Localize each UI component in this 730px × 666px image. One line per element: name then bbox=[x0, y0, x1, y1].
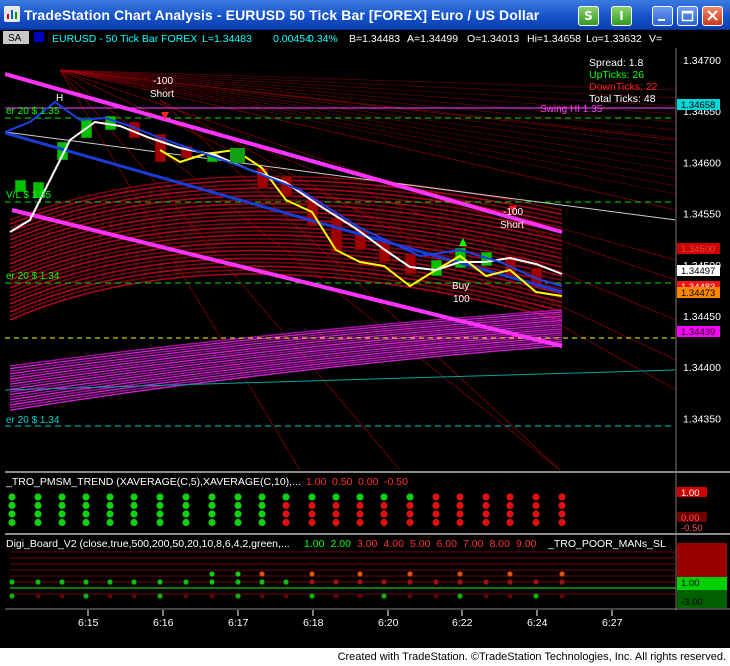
panel2-value-1: 1.00 bbox=[306, 476, 327, 488]
short-signal-1-qty: -100 bbox=[153, 76, 173, 87]
price-tick-label: 1.34600 bbox=[683, 157, 721, 169]
header-volume: V= bbox=[649, 33, 662, 45]
maximize-icon bbox=[681, 10, 694, 22]
hi-label: H bbox=[56, 93, 63, 104]
window-titlebar[interactable]: TradeStation Chart Analysis - EURUSD 50 … bbox=[0, 0, 730, 30]
header-lo: Lo=1.33632 bbox=[586, 33, 642, 45]
total-ticks-text: Total Ticks: 48 bbox=[589, 93, 656, 105]
level-label-r4: er 20 $ 1.34 bbox=[6, 415, 60, 426]
price-marker: 1.34473 bbox=[677, 287, 720, 299]
panel2-indicator-name: _TRO_PMSM_TREND (XAVERAGE(C,5),XAVERAGE(… bbox=[5, 476, 301, 488]
price-tick-label: 1.34400 bbox=[683, 362, 721, 374]
header-hi: Hi=1.34658 bbox=[527, 33, 581, 45]
panel2-axis-label-3: -0.50 bbox=[681, 523, 703, 534]
time-tick-label: 6:24 bbox=[527, 617, 548, 629]
spread-text: Spread: 1.8 bbox=[589, 57, 643, 69]
digi-board-lines bbox=[10, 551, 676, 595]
maximize-button[interactable] bbox=[677, 6, 698, 26]
panel3-value: 1.00 bbox=[304, 538, 325, 550]
header-pct: 0.34% bbox=[308, 33, 338, 45]
short-signal-2-label: Short bbox=[500, 220, 524, 231]
panel2-value-4: -0.50 bbox=[384, 476, 408, 488]
time-tick-label: 6:20 bbox=[378, 617, 399, 629]
panel3-value: 7.00 bbox=[463, 538, 484, 550]
digi-board-dots bbox=[9, 571, 565, 599]
price-chart[interactable]: SA EURUSD - 50 Tick Bar FOREX L=1.34483 … bbox=[0, 30, 730, 648]
symbol-icon bbox=[34, 32, 44, 42]
svg-text:1.34497: 1.34497 bbox=[681, 266, 715, 277]
chart-window[interactable]: SA EURUSD - 50 Tick Bar FOREX L=1.34483 … bbox=[0, 30, 730, 648]
time-tick-label: 6:17 bbox=[228, 617, 249, 629]
header-bid: B=1.34483 bbox=[349, 33, 400, 45]
price-tick-label: 1.34700 bbox=[683, 55, 721, 67]
close-button[interactable] bbox=[702, 6, 723, 26]
panel3-value: 6.00 bbox=[437, 538, 458, 550]
tradestation-app-icon bbox=[4, 6, 20, 22]
buy-signal-qty: 100 bbox=[453, 294, 470, 305]
s-button[interactable]: S bbox=[578, 6, 599, 26]
header-ask: A=1.34499 bbox=[407, 33, 458, 45]
time-tick-label: 6:18 bbox=[303, 617, 324, 629]
panel3-axis-label-1: 1.00 bbox=[681, 578, 700, 589]
price-marker: 1.34500 bbox=[677, 243, 720, 255]
red-ribbon-band bbox=[9, 175, 563, 321]
copyright-text: Created with TradeStation. ©TradeStation… bbox=[337, 651, 726, 663]
buy-signal-label: Buy bbox=[452, 281, 469, 292]
price-tick-label: 1.34350 bbox=[683, 413, 721, 425]
panel2-value-3: 0.00 bbox=[358, 476, 379, 488]
panel3-extra-indicator: _TRO_POOR_MANs_SL bbox=[547, 538, 666, 550]
svg-text:1.34500: 1.34500 bbox=[681, 244, 715, 255]
panel2-value-2: 0.50 bbox=[332, 476, 353, 488]
minimize-button[interactable] bbox=[652, 6, 673, 26]
upticks-text: UpTicks: 26 bbox=[589, 69, 644, 81]
time-tick-label: 6:22 bbox=[452, 617, 473, 629]
panel3-axis-band-red bbox=[677, 543, 727, 577]
panel3-values: 1.00 2.00 3.00 4.00 5.00 6.00 7.00 8.00 9.00 bbox=[304, 538, 537, 550]
panel3-value: 5.00 bbox=[410, 538, 431, 550]
svg-text:1.34439: 1.34439 bbox=[681, 327, 715, 338]
time-tick-label: 6:15 bbox=[78, 617, 99, 629]
sa-label: SA bbox=[8, 33, 22, 44]
time-tick-label: 6:16 bbox=[153, 617, 174, 629]
green-box-marker bbox=[230, 148, 245, 163]
minimize-icon bbox=[658, 19, 665, 21]
close-icon bbox=[707, 10, 718, 21]
short-signal-1-label: Short bbox=[150, 89, 174, 100]
panel3-value: 9.00 bbox=[516, 538, 537, 550]
panel3-value: 8.00 bbox=[490, 538, 511, 550]
header-symbol: EURUSD - 50 Tick Bar FOREX bbox=[52, 33, 197, 45]
time-axis-bg bbox=[0, 610, 730, 648]
window-title: TradeStation Chart Analysis - EURUSD 50 … bbox=[24, 7, 540, 23]
panel2-axis-label-1: 1.00 bbox=[681, 488, 700, 499]
trend-dots bbox=[8, 493, 566, 527]
main-plot[interactable] bbox=[5, 69, 676, 471]
i-button[interactable]: I bbox=[611, 6, 632, 26]
level-label-r1: er 20 $ 1.35 bbox=[6, 106, 60, 117]
panel3-indicator-name: Digi_Board_V2 (close,true,500,200,50,20,… bbox=[6, 538, 290, 550]
panel3-value: 2.00 bbox=[331, 538, 352, 550]
price-marker: 1.34497 bbox=[677, 265, 720, 277]
level-label-r3: er 20 $ 1.34 bbox=[6, 271, 60, 282]
header-change: 0.00454 bbox=[273, 33, 311, 45]
price-marker: 1.34439 bbox=[677, 326, 720, 338]
lower-channel-line bbox=[11, 208, 563, 348]
swing-hi-label: Swing HI 1.35 bbox=[540, 104, 603, 115]
level-label-r2: V/L $ 1.35 bbox=[6, 190, 52, 201]
panel3-value: 4.00 bbox=[384, 538, 405, 550]
time-tick-label: 6:27 bbox=[602, 617, 623, 629]
header-last: L=1.34483 bbox=[202, 33, 252, 45]
panel3-value: 3.00 bbox=[357, 538, 378, 550]
price-tick-label: 1.34450 bbox=[683, 311, 721, 323]
short-signal-2-qty: -100 bbox=[503, 207, 523, 218]
header-open: O=1.34013 bbox=[467, 33, 519, 45]
price-marker: 1.34658 bbox=[677, 99, 720, 111]
downticks-text: DownTicks: 22 bbox=[589, 81, 658, 93]
footer: Created with TradeStation. ©TradeStation… bbox=[0, 648, 730, 666]
panel3-axis-label-2: -3.00 bbox=[681, 597, 703, 608]
price-tick-label: 1.34550 bbox=[683, 209, 721, 221]
svg-text:1.34473: 1.34473 bbox=[681, 288, 715, 299]
svg-text:1.34658: 1.34658 bbox=[681, 100, 715, 111]
